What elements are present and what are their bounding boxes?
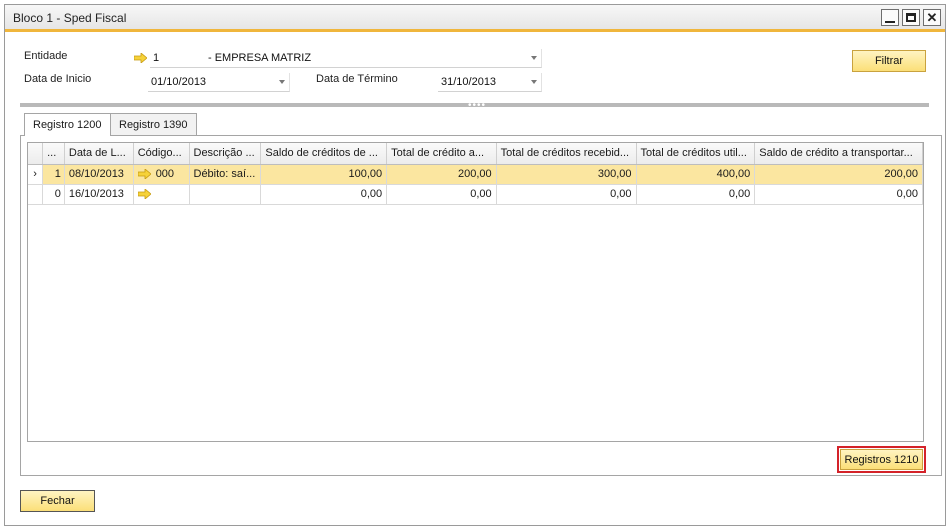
close-button[interactable]: ✕ — [923, 9, 941, 26]
column-header-total-util[interactable]: Total de créditos util... — [636, 143, 756, 165]
cell-saldo[interactable]: 0,00 — [260, 184, 388, 205]
splitter[interactable]: •••• — [20, 100, 929, 111]
grid-table: ... Data de L... Código... Descrição ...… — [28, 143, 923, 205]
cell-index[interactable]: 0 — [42, 184, 65, 205]
table-row[interactable]: 0 16/10/2013 0,00 0,00 0,00 0,00 0,00 — [28, 184, 923, 205]
tab-registro-1390[interactable]: Registro 1390 — [110, 113, 197, 135]
registro-1200-grid: ... Data de L... Código... Descrição ...… — [27, 142, 924, 442]
minimize-button[interactable] — [881, 9, 899, 26]
chevron-down-icon[interactable] — [531, 80, 537, 84]
tab-registro-1200[interactable]: Registro 1200 — [24, 113, 111, 136]
cell-total-credito[interactable]: 200,00 — [386, 164, 497, 185]
row-selector-header — [28, 143, 44, 165]
close-icon: ✕ — [926, 10, 938, 25]
cell-descricao[interactable] — [189, 184, 262, 205]
filtrar-button[interactable]: Filtrar — [852, 50, 926, 72]
column-header-descricao[interactable]: Descrição ... — [189, 143, 262, 165]
cell-total-util[interactable]: 0,00 — [636, 184, 756, 205]
tab-label: Registro 1390 — [119, 118, 188, 131]
entidade-label: Entidade — [24, 50, 68, 62]
title-bar: Bloco 1 - Sped Fiscal ✕ — [5, 5, 945, 32]
data-inicio-label: Data de Inicio — [24, 73, 92, 85]
cell-codigo[interactable] — [133, 184, 190, 205]
data-inicio-field[interactable]: 01/10/2013 — [148, 73, 290, 92]
column-header-total-recebido[interactable]: Total de créditos recebid... — [496, 143, 637, 165]
cell-total-recebido[interactable]: 0,00 — [496, 184, 637, 205]
tab-panel-registro-1200: ... Data de L... Código... Descrição ...… — [20, 135, 942, 476]
chevron-down-icon[interactable] — [531, 56, 537, 60]
link-arrow-icon[interactable] — [134, 53, 147, 63]
maximize-button[interactable] — [902, 9, 920, 26]
maximize-icon — [906, 13, 916, 22]
column-header-codigo[interactable]: Código... — [133, 143, 190, 165]
cell-total-credito[interactable]: 0,00 — [386, 184, 497, 205]
registros-1210-highlight: Registros 1210 — [837, 446, 926, 473]
link-arrow-icon[interactable] — [137, 169, 151, 179]
row-selector[interactable]: › — [28, 164, 44, 185]
minimize-icon — [885, 20, 895, 23]
cell-saldo-transportar[interactable]: 200,00 — [754, 164, 923, 185]
grid-header-row: ... Data de L... Código... Descrição ...… — [28, 143, 923, 165]
entidade-field[interactable]: 1 - EMPRESA MATRIZ — [150, 49, 542, 68]
cell-codigo[interactable]: 000 — [133, 164, 190, 185]
cell-total-util[interactable]: 400,00 — [636, 164, 756, 185]
entidade-code: 1 — [153, 52, 160, 64]
fechar-button[interactable]: Fechar — [20, 490, 95, 512]
data-inicio-value: 01/10/2013 — [151, 76, 207, 88]
registros-1210-button[interactable]: Registros 1210 — [840, 449, 923, 470]
tab-label: Registro 1200 — [33, 119, 102, 131]
chevron-down-icon[interactable] — [279, 80, 285, 84]
data-termino-field[interactable]: 31/10/2013 — [438, 73, 542, 92]
column-header-saldo[interactable]: Saldo de créditos de ... — [260, 143, 388, 165]
column-header-total-credito[interactable]: Total de crédito a... — [386, 143, 497, 165]
data-termino-value: 31/10/2013 — [441, 76, 497, 88]
table-row[interactable]: › 1 08/10/2013 000 Débito: saí... 100,00… — [28, 164, 923, 185]
column-header-index[interactable]: ... — [42, 143, 65, 165]
cell-saldo[interactable]: 100,00 — [260, 164, 388, 185]
entidade-name: - EMPRESA MATRIZ — [208, 52, 312, 64]
cell-descricao[interactable]: Débito: saí... — [189, 164, 262, 185]
cell-data[interactable]: 16/10/2013 — [64, 184, 134, 205]
cell-total-recebido[interactable]: 300,00 — [496, 164, 637, 185]
cell-saldo-transportar[interactable]: 0,00 — [754, 184, 923, 205]
cell-index[interactable]: 1 — [42, 164, 65, 185]
data-termino-label: Data de Término — [316, 73, 398, 85]
column-header-saldo-transportar[interactable]: Saldo de crédito a transportar... — [754, 143, 923, 165]
splitter-grip-icon: •••• — [468, 100, 487, 111]
cell-data[interactable]: 08/10/2013 — [64, 164, 134, 185]
codigo-value: 000 — [155, 168, 175, 180]
window-controls: ✕ — [881, 9, 941, 26]
link-arrow-icon[interactable] — [137, 189, 151, 199]
window-title: Bloco 1 - Sped Fiscal — [13, 11, 127, 25]
column-header-data[interactable]: Data de L... — [64, 143, 134, 165]
row-pointer-icon: › — [33, 168, 37, 180]
row-selector[interactable] — [28, 184, 44, 205]
